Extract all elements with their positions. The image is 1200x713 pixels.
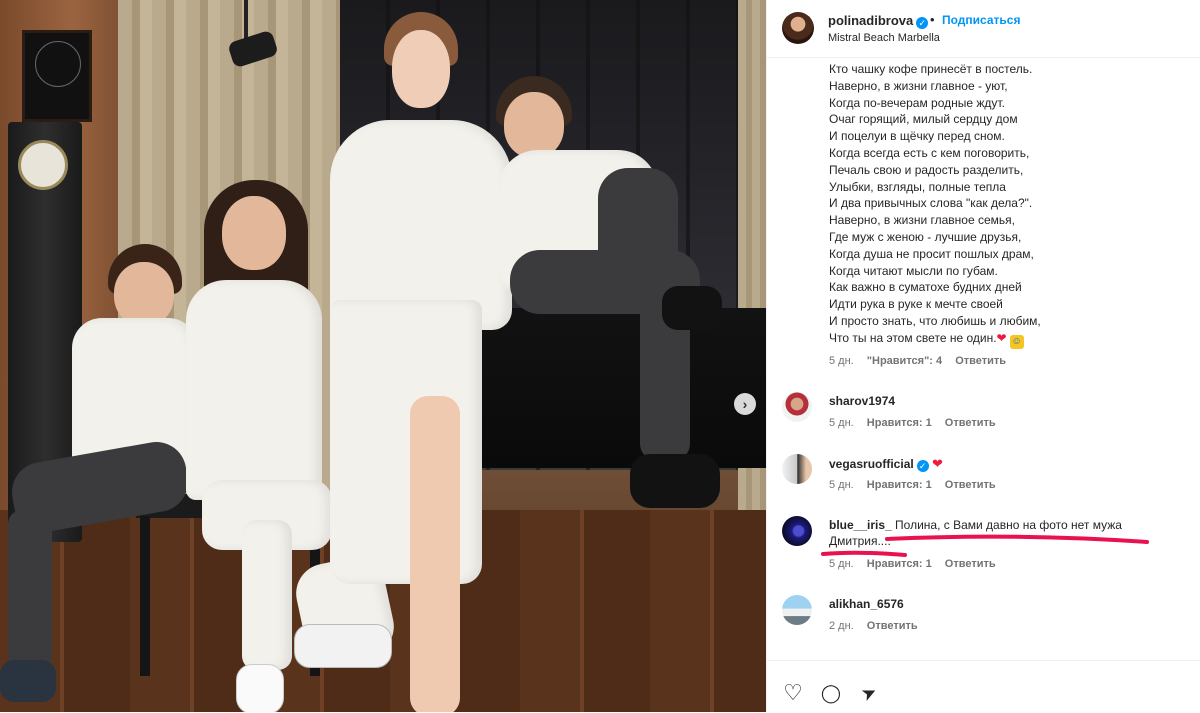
caption-line: И поцелуи в щёчку перед сном.: [829, 129, 1005, 144]
comment-meta: 2 дн. Ответить: [829, 620, 928, 632]
bench-leg: [140, 516, 150, 676]
verified-badge-icon: ✓: [916, 17, 929, 29]
caption-line: Как важно в суматохе будних дней: [829, 280, 1022, 295]
clock-face: [18, 140, 68, 190]
post-side-panel: polinadibrova ✓ • Подписаться Mistral Bea…: [766, 0, 1200, 712]
caption-line: Наверно, в жизни главное - уют,: [829, 78, 1008, 93]
follow-button[interactable]: Подписаться: [942, 13, 1020, 27]
caption-time: 5 дн.: [829, 355, 854, 367]
caption-line: Кто чашку кофе принесёт в постель.: [829, 62, 1033, 76]
comment-text-continued: Дмитрия....: [829, 534, 891, 548]
comment-likes[interactable]: Нравится: 1: [867, 479, 932, 491]
caption-likes[interactable]: "Нравится": 4: [867, 355, 942, 367]
comment-first-line: blue__iris_ Полина, с Вами давно на фото…: [829, 518, 1122, 532]
commenter-username[interactable]: alikhan_6576: [829, 597, 904, 611]
commenter-avatar[interactable]: [782, 454, 812, 484]
comment-meta: 5 дн. Нравится: 1 Ответить: [829, 417, 1006, 429]
caption-line: И просто знать, что любишь и любим,: [829, 313, 1041, 328]
comment-reply-button[interactable]: Ответить: [945, 479, 996, 491]
caption-line: Когда читают мысли по губам.: [829, 263, 998, 278]
caption-line: Улыбки, взгляды, полные тепла: [829, 179, 1006, 194]
commenter-username[interactable]: vegasruofficial ✓ ❤: [829, 456, 943, 472]
commenter-username[interactable]: sharov1974: [829, 394, 895, 408]
comment-reply-button[interactable]: Ответить: [945, 417, 996, 429]
caption-line: Где муж с женою - лучшие друзья,: [829, 229, 1022, 244]
separator-dot: •: [930, 12, 935, 27]
commenter-avatar[interactable]: [782, 595, 812, 625]
comment-time: 5 дн.: [829, 417, 854, 429]
caption-line: Когда по-вечерам родные ждут.: [829, 95, 1005, 110]
caption-line: Наверно, в жизни главное семья,: [829, 213, 1015, 228]
comment-time: 5 дн.: [829, 479, 854, 491]
comment-time: 5 дн.: [829, 558, 854, 570]
caption-line: Печаль свою и радость разделить,: [829, 162, 1024, 177]
comment-meta: 5 дн. Нравится: 1 Ответить: [829, 558, 1006, 570]
heart-emoji-icon: ❤: [996, 330, 1007, 345]
post-photo[interactable]: ›: [0, 0, 766, 712]
comment-bubble-icon[interactable]: ◯: [819, 681, 843, 705]
spot-lamp: [226, 0, 286, 70]
comment-text: Полина, с Вами давно на фото нет мужа: [895, 518, 1122, 532]
caption-line: Идти рука в руке к мечте своей: [829, 297, 1003, 312]
commenter-avatar[interactable]: [782, 392, 812, 422]
framed-star-map: [22, 30, 92, 122]
author-avatar[interactable]: [782, 12, 814, 44]
commenter-username[interactable]: blue__iris_: [829, 518, 892, 532]
chevron-right-icon: ›: [742, 396, 748, 412]
comment-likes[interactable]: Нравится: 1: [867, 417, 932, 429]
caption-line: Когда всегда есть с кем поговорить,: [829, 145, 1030, 160]
paper-plane-icon[interactable]: ➤: [853, 677, 885, 709]
post-location[interactable]: Mistral Beach Marbella: [828, 32, 940, 44]
post-actions-bar: ♡ ◯ ➤: [767, 660, 1200, 713]
verified-badge-icon: ✓: [916, 460, 929, 472]
post-caption: Кто чашку кофе принесёт в постель. Навер…: [829, 61, 1189, 349]
comment-likes[interactable]: Нравится: 1: [867, 558, 932, 570]
heart-emoji-icon: ❤: [932, 456, 943, 471]
heart-outline-icon[interactable]: ♡: [781, 681, 805, 705]
caption-line: Что ты на этом свете не один.❤ ☺: [829, 330, 1024, 349]
post-header: polinadibrova ✓ • Подписаться Mistral Bea…: [767, 0, 1200, 58]
caption-reply-button[interactable]: Ответить: [955, 355, 1006, 367]
caption-line: Когда душа не просит пошлых драм,: [829, 246, 1034, 261]
comment-reply-button[interactable]: Ответить: [945, 558, 996, 570]
smiling-face-emoji-icon: ☺: [1009, 334, 1024, 349]
comment-meta: 5 дн. Нравится: 1 Ответить: [829, 479, 1006, 491]
caption-meta: 5 дн. "Нравится": 4 Ответить: [829, 355, 1016, 367]
carousel-next-button[interactable]: ›: [734, 393, 756, 415]
grand-piano: [470, 308, 766, 468]
comment-reply-button[interactable]: Ответить: [867, 620, 918, 632]
comment-time: 2 дн.: [829, 620, 854, 632]
caption-line: И два привычных слова "как дела?".: [829, 196, 1033, 211]
author-username[interactable]: polinadibrova ✓: [828, 13, 929, 29]
caption-line: Очаг горящий, милый сердцу дом: [829, 112, 1018, 127]
commenter-avatar[interactable]: [782, 516, 812, 546]
